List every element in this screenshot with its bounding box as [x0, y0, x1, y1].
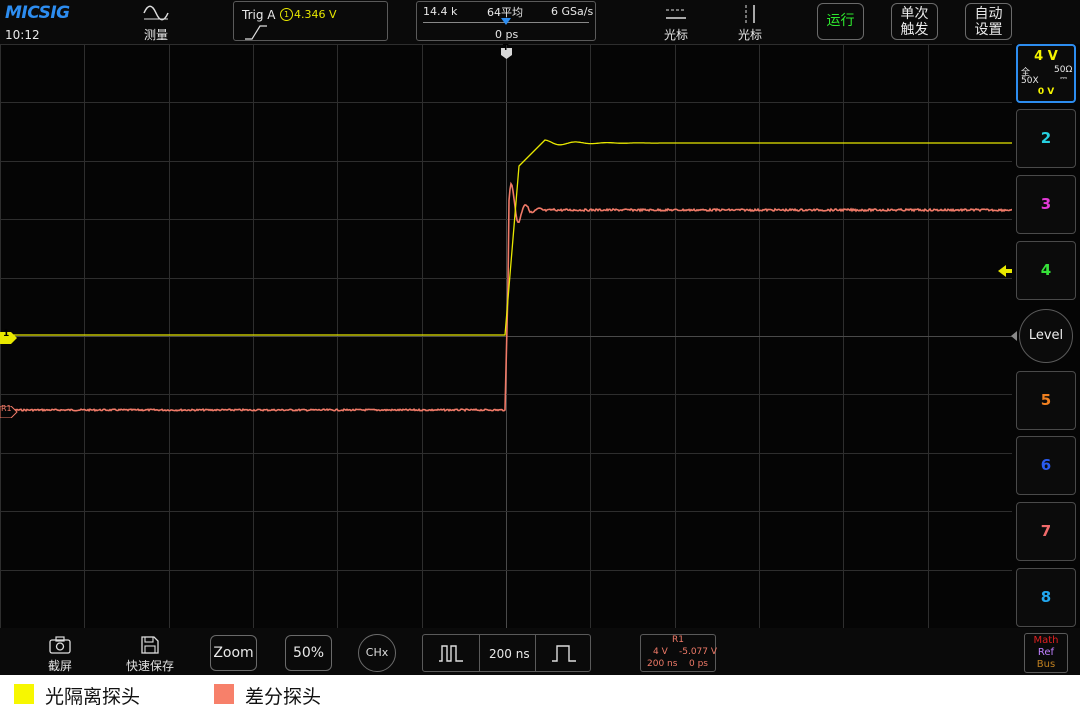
ref-offset: -5.077 V	[679, 647, 718, 657]
percent-button[interactable]: 50%	[285, 635, 332, 671]
oscilloscope-screen: MICSIG 10:12 测量 Trig A 1 4.346 V 14.4 k …	[0, 0, 1080, 675]
channel-6-button[interactable]: 6	[1016, 436, 1076, 495]
ch1-scale: 4 V	[1034, 49, 1058, 64]
math-label[interactable]: Math	[1025, 635, 1067, 646]
ch1-probe: 50X	[1021, 76, 1039, 86]
timebase-value: 200 ns	[489, 647, 530, 661]
screenshot-button[interactable]: 截屏	[35, 634, 85, 674]
ref-r1-panel[interactable]: R1 4 V -5.077 V 200 ns 0 ps	[640, 634, 718, 672]
horizontal-cursor-button[interactable]: 光标	[655, 2, 697, 42]
ref-delay: 0 ps	[689, 659, 708, 669]
channel-2-button[interactable]: 2	[1016, 109, 1076, 168]
bottom-toolbar: 截屏 快速保存 Zoom 50% CHx 200 ns R1 4 V -5.07…	[0, 628, 1080, 675]
timebase-increase-button[interactable]	[535, 635, 592, 671]
trigger-level-arrow[interactable]	[998, 265, 1012, 277]
top-toolbar: MICSIG 10:12 测量 Trig A 1 4.346 V 14.4 k …	[0, 0, 1080, 44]
memory-depth: 14.4 k	[423, 5, 458, 18]
ref-time: 200 ns	[647, 659, 678, 669]
trigger-panel[interactable]: Trig A 1 4.346 V	[233, 1, 388, 41]
measure-button[interactable]: 测量	[125, 2, 187, 42]
legend-label-differential: 差分探头	[245, 686, 322, 708]
sample-rate: 6 GSa/s	[551, 5, 594, 18]
save-disk-icon	[141, 636, 159, 654]
waveform-display[interactable]	[0, 44, 1012, 628]
fast-pulse-icon	[439, 645, 463, 662]
quick-save-label: 快速保存	[125, 659, 174, 673]
legend-swatch-differential	[214, 684, 234, 704]
channel-5-button[interactable]: 5	[1016, 371, 1076, 430]
channel-3-button[interactable]: 3	[1016, 175, 1076, 234]
ref-r1-marker[interactable]: R1	[0, 403, 18, 419]
dc-coupling-icon: ⎓	[1060, 74, 1068, 84]
channel-1-settings[interactable]: 4 V 全 50Ω 50X ⎓ 0 V	[1016, 44, 1076, 103]
camera-icon	[49, 636, 71, 654]
timebase-panel: 200 ns	[422, 634, 591, 672]
channel-8-button[interactable]: 8	[1016, 568, 1076, 627]
ch1-offset: 0 V	[1037, 87, 1055, 97]
trigger-position-marker[interactable]: T	[501, 43, 512, 59]
channel-4-button[interactable]: 4	[1016, 241, 1076, 300]
bus-label[interactable]: Bus	[1025, 659, 1067, 670]
ref-title: R1	[672, 635, 684, 645]
sine-wave-icon	[143, 5, 169, 21]
cursor-v-label: 光标	[738, 28, 763, 42]
time-position-marker[interactable]	[501, 18, 511, 25]
slow-pulse-icon	[552, 645, 576, 662]
legend: 光隔离探头 差分探头	[0, 675, 1080, 714]
ch1-ground-marker[interactable]: 1	[0, 329, 18, 344]
rising-edge-icon	[245, 25, 267, 40]
channel-7-button[interactable]: 7	[1016, 502, 1076, 561]
zoom-button[interactable]: Zoom	[210, 635, 257, 671]
ref-volts: 4 V	[653, 647, 668, 657]
quick-save-button[interactable]: 快速保存	[120, 634, 180, 674]
legend-swatch-optical	[14, 684, 34, 704]
brand-logo: MICSIG	[5, 3, 70, 23]
screenshot-label: 截屏	[47, 659, 72, 673]
single-trigger-button[interactable]: 单次 触发	[891, 3, 938, 40]
chx-button[interactable]: CHx	[358, 634, 396, 672]
horizontal-cursor-icon	[666, 9, 686, 19]
vertical-cursor-button[interactable]: 光标	[729, 2, 771, 42]
clock: 10:12	[5, 28, 40, 42]
trigger-level-knob[interactable]: Level	[1019, 309, 1073, 363]
acquisition-panel[interactable]: 14.4 k 64平均 6 GSa/s 0 ps	[416, 1, 596, 41]
ref-label[interactable]: Ref	[1025, 647, 1067, 658]
trigger-level: 4.346 V	[294, 8, 337, 21]
vertical-cursor-icon	[745, 5, 755, 23]
timebase-decrease-button[interactable]	[423, 635, 480, 671]
cursor-h-label: 光标	[664, 28, 689, 42]
time-offset: 0 ps	[495, 28, 519, 41]
math-ref-bus-panel[interactable]: Math Ref Bus	[1024, 633, 1068, 673]
legend-label-optical: 光隔离探头	[45, 686, 141, 708]
knob-pointer	[1011, 331, 1017, 341]
auto-setup-button[interactable]: 自动 设置	[965, 3, 1012, 40]
trigger-channel-badge: 1	[280, 8, 293, 21]
measure-label: 测量	[144, 28, 169, 42]
trigger-label: Trig A	[242, 8, 276, 22]
run-button[interactable]: 运行	[817, 3, 864, 40]
